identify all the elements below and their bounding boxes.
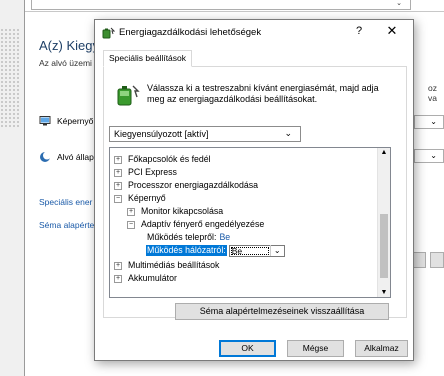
- tree-item-processor[interactable]: + Processzor energiagazdálkodása: [114, 180, 259, 191]
- tree-item-buttons-lid[interactable]: + Főkapcsolók és fedél: [114, 154, 212, 165]
- help-button[interactable]: ?: [352, 25, 366, 37]
- on-battery-value[interactable]: Be: [219, 232, 230, 243]
- power-plan-value: Kiegyensúlyozott [aktív]: [114, 129, 209, 139]
- tree-item-plugged-in[interactable]: Működés hálózatról: Be ⌄: [146, 244, 285, 257]
- chevron-down-icon: ⌄: [269, 245, 284, 256]
- expand-plus-icon[interactable]: +: [114, 168, 122, 177]
- background-topbar: ⌄: [25, 0, 444, 12]
- plugged-in-select[interactable]: Be ⌄: [228, 244, 285, 257]
- scroll-down-icon[interactable]: ▼: [378, 289, 390, 296]
- tree-item-label: Akkumulátor: [128, 273, 177, 283]
- on-battery-label: Működés telepről:: [147, 232, 217, 242]
- settings-tree[interactable]: + Főkapcsolók és fedél + PCI Express + P…: [109, 147, 391, 298]
- tree-scrollbar[interactable]: ▲ ▼: [377, 148, 390, 297]
- dialog-title: Energiagazdálkodási lehetőségek: [119, 27, 262, 38]
- background-search-combo[interactable]: ⌄: [31, 0, 411, 10]
- screen-setting-row: Képernyő: [39, 115, 93, 127]
- chevron-down-icon: ⌄: [284, 128, 292, 138]
- expand-plus-icon[interactable]: +: [114, 181, 122, 190]
- background-right-text-2: va: [428, 93, 437, 103]
- tree-item-on-battery[interactable]: Működés telepről: Be: [146, 232, 230, 243]
- power-options-dialog: Energiagazdálkodási lehetőségek ? ✕ Spec…: [94, 19, 414, 361]
- intro-text: Válassza ki a testreszabni kívánt energi…: [147, 83, 379, 104]
- expand-plus-icon[interactable]: +: [127, 207, 135, 216]
- background-right-combo-2[interactable]: ⌄: [414, 149, 444, 163]
- tree-item-battery[interactable]: + Akkumulátor: [114, 273, 178, 284]
- tree-item-label: Multimédiás beállítások: [128, 260, 220, 270]
- battery-plug-icon: [117, 85, 140, 106]
- chevron-down-icon: ⌄: [396, 0, 402, 7]
- expand-plus-icon[interactable]: +: [114, 155, 122, 164]
- scrollbar-thumb[interactable]: [380, 214, 388, 278]
- tree-item-label: Processzor energiagazdálkodása: [128, 180, 259, 190]
- plugged-in-value: Be: [230, 246, 270, 256]
- tree-item-display[interactable]: − Képernyő: [114, 193, 167, 204]
- tree-item-label: Képernyő: [128, 193, 166, 203]
- expand-plus-icon[interactable]: +: [114, 261, 122, 270]
- cancel-button[interactable]: Mégse: [287, 340, 344, 357]
- dialog-titlebar[interactable]: Energiagazdálkodási lehetőségek ? ✕: [95, 20, 413, 46]
- background-right-button-2[interactable]: [430, 252, 444, 268]
- background-heading: A(z) Kiegy: [39, 38, 99, 53]
- tree-item-label: Monitor kikapcsolása: [141, 206, 224, 216]
- chevron-down-icon: ⌄: [430, 117, 437, 126]
- collapse-minus-icon[interactable]: −: [127, 220, 135, 229]
- sleep-setting-label: Alvó állap: [57, 152, 94, 162]
- advanced-power-link[interactable]: Speciális ener: [39, 197, 92, 207]
- scroll-up-icon[interactable]: ▲: [378, 149, 390, 156]
- restore-defaults-link[interactable]: Séma alapérte: [39, 220, 94, 230]
- tree-item-monitor-off[interactable]: + Monitor kikapcsolása: [127, 206, 224, 217]
- tree-item-label: Adaptív fényerő engedélyezése: [141, 219, 265, 229]
- background-right-combo-1[interactable]: ⌄: [414, 115, 444, 129]
- monitor-icon: [39, 116, 51, 126]
- tree-item-pci-express[interactable]: + PCI Express: [114, 167, 178, 178]
- power-plan-select[interactable]: Kiegyensúlyozott [aktív] ⌄: [109, 126, 301, 142]
- sleep-setting-row: Alvó állap: [39, 151, 94, 163]
- screen-setting-label: Képernyő: [57, 116, 94, 126]
- plugged-in-label: Működés hálózatról:: [146, 245, 227, 256]
- moon-sleep-icon: [40, 151, 51, 162]
- collapse-minus-icon[interactable]: −: [114, 194, 122, 203]
- tree-item-label: PCI Express: [128, 167, 177, 177]
- apply-button[interactable]: Alkalmaz: [355, 340, 408, 357]
- tab-advanced-settings[interactable]: Speciális beállítások: [103, 50, 193, 67]
- restore-defaults-button[interactable]: Séma alapértelmezéseinek visszaállítása: [175, 303, 389, 320]
- desktop-dot-pattern: [0, 28, 20, 128]
- power-options-icon: [102, 27, 115, 39]
- close-button[interactable]: ✕: [384, 23, 400, 39]
- tree-item-label: Főkapcsolók és fedél: [128, 154, 211, 164]
- background-right-text-1: oz: [428, 83, 437, 93]
- expand-plus-icon[interactable]: +: [114, 274, 122, 283]
- tree-item-adaptive-brightness[interactable]: − Adaptív fényerő engedélyezése: [127, 219, 265, 230]
- tree-item-multimedia[interactable]: + Multimédiás beállítások: [114, 260, 220, 271]
- chevron-down-icon: ⌄: [430, 151, 437, 160]
- background-subtitle: Az alvó üzemi: [39, 58, 92, 68]
- ok-button[interactable]: OK: [219, 340, 276, 357]
